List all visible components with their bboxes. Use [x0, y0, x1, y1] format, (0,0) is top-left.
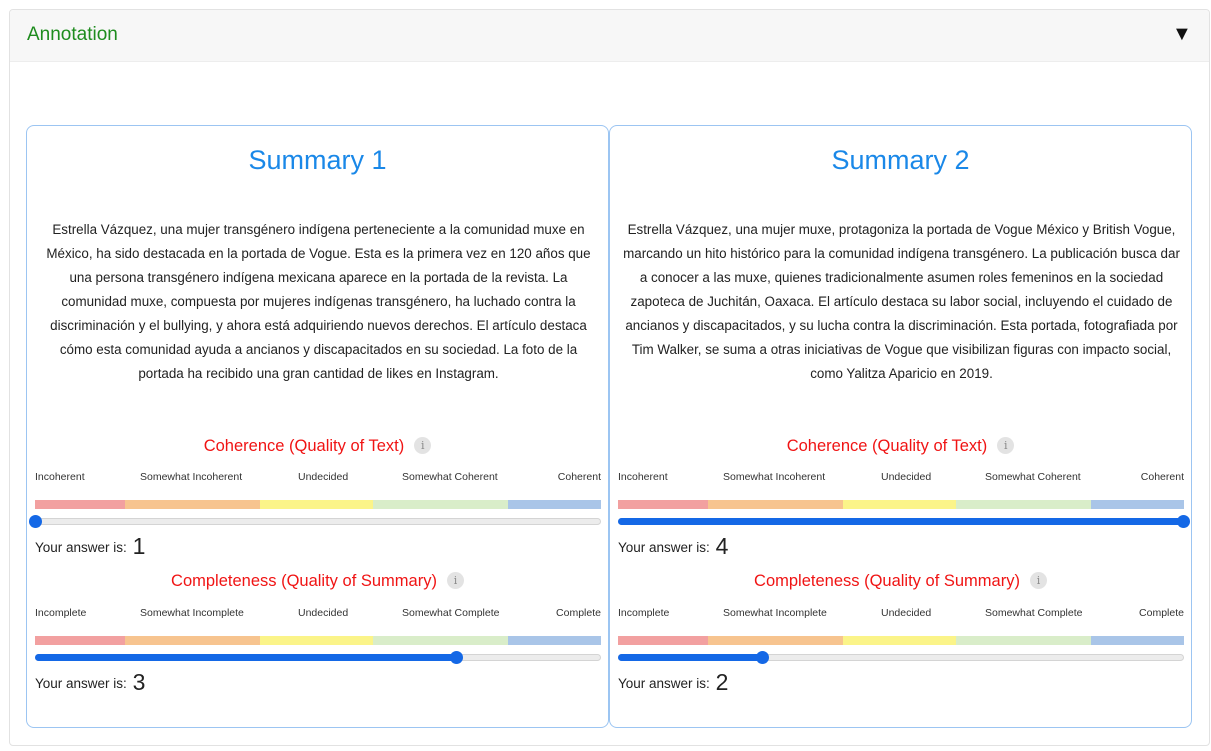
coherence-scale-labels: Incoherent Somewhat Incoherent Undecided…	[35, 471, 601, 485]
coherence-question: Coherence (Quality of Text) i	[27, 437, 608, 456]
summary-card-1: Summary 1 Estrella Vázquez, una mujer tr…	[26, 125, 609, 728]
scale-label: Somewhat Complete	[402, 607, 500, 619]
scale-label: Complete	[556, 607, 601, 619]
scale-segment-somewhat-complete	[956, 636, 1091, 645]
completeness-slider[interactable]	[35, 650, 601, 664]
slider-thumb[interactable]	[756, 651, 769, 664]
summary-title: Summary 2	[831, 145, 970, 175]
summary-text: Estrella Vázquez, una mujer transgénero …	[46, 222, 591, 381]
scale-segment-coherent	[1091, 500, 1184, 509]
answer-prefix: Your answer is:	[35, 676, 127, 691]
coherence-answer: Your answer is: 4	[618, 533, 728, 560]
summary-text: Estrella Vázquez, una mujer muxe, protag…	[623, 222, 1180, 381]
completeness-scale-labels: Incomplete Somewhat Incomplete Undecided…	[618, 607, 1184, 621]
scale-segment-somewhat-coherent	[956, 500, 1091, 509]
coherence-question: Coherence (Quality of Text) i	[610, 437, 1191, 456]
coherence-answer: Your answer is: 1	[35, 533, 145, 560]
completeness-question: Completeness (Quality of Summary) i	[610, 572, 1191, 591]
completeness-title: Completeness (Quality of Summary)	[171, 572, 437, 590]
scale-segment-complete	[1091, 636, 1184, 645]
annotation-panel-header[interactable]: Annotation ▼	[10, 10, 1209, 62]
completeness-answer: Your answer is: 2	[618, 669, 728, 696]
panel-title: Annotation	[27, 24, 118, 45]
collapse-triangle-icon[interactable]: ▼	[1172, 23, 1192, 46]
answer-prefix: Your answer is:	[35, 540, 127, 555]
scale-label: Somewhat Incomplete	[140, 607, 244, 619]
slider-thumb[interactable]	[29, 515, 42, 528]
scale-label: Complete	[1139, 607, 1184, 619]
slider-fill	[35, 654, 456, 661]
info-icon[interactable]: i	[446, 572, 464, 589]
scale-label: Undecided	[881, 607, 932, 619]
info-icon[interactable]: i	[414, 437, 432, 454]
scale-segment-undecided	[843, 500, 956, 509]
completeness-color-scale	[35, 636, 601, 645]
scale-label: Incoherent	[618, 471, 668, 483]
scale-label: Incomplete	[35, 607, 87, 619]
answer-value: 3	[132, 669, 146, 695]
scale-label: Coherent	[557, 471, 601, 483]
scale-segment-undecided	[843, 636, 956, 645]
scale-label: Somewhat Coherent	[985, 471, 1081, 483]
scale-label: Undecided	[298, 471, 349, 483]
coherence-slider[interactable]	[29, 514, 601, 528]
coherence-color-scale	[618, 500, 1184, 509]
scale-label: Undecided	[881, 471, 932, 483]
answer-value: 2	[715, 669, 729, 695]
coherence-color-scale	[35, 500, 601, 509]
scale-label: Coherent	[1140, 471, 1184, 483]
answer-value: 4	[715, 533, 729, 559]
answer-prefix: Your answer is:	[618, 676, 710, 691]
scale-label: Somewhat Incoherent	[723, 471, 826, 483]
scale-segment-incoherent	[35, 500, 125, 509]
coherence-title: Coherence (Quality of Text)	[786, 437, 988, 455]
completeness-title: Completeness (Quality of Summary)	[754, 572, 1020, 590]
summary-title: Summary 1	[248, 145, 387, 175]
slider-fill	[618, 518, 1183, 525]
scale-segment-undecided	[260, 636, 373, 645]
completeness-slider[interactable]	[618, 650, 1184, 664]
slider-thumb[interactable]	[1177, 515, 1190, 528]
completeness-scale-labels: Incomplete Somewhat Incomplete Undecided…	[35, 607, 601, 621]
scale-label: Incoherent	[35, 471, 85, 483]
scale-label: Undecided	[298, 607, 349, 619]
coherence-title: Coherence (Quality of Text)	[203, 437, 405, 455]
coherence-scale-labels: Incoherent Somewhat Incoherent Undecided…	[618, 471, 1184, 485]
scale-segment-somewhat-coherent	[373, 500, 508, 509]
scale-segment-somewhat-incomplete	[708, 636, 843, 645]
scale-segment-somewhat-complete	[373, 636, 508, 645]
completeness-color-scale	[618, 636, 1184, 645]
scale-segment-incoherent	[618, 500, 708, 509]
scale-label: Somewhat Incoherent	[140, 471, 243, 483]
info-icon[interactable]: i	[1029, 572, 1047, 589]
scale-segment-incomplete	[35, 636, 125, 645]
answer-value: 1	[132, 533, 146, 559]
scale-segment-complete	[508, 636, 601, 645]
slider-track	[35, 518, 601, 525]
scale-segment-somewhat-incoherent	[125, 500, 260, 509]
scale-label: Incomplete	[618, 607, 670, 619]
scale-label: Somewhat Incomplete	[723, 607, 827, 619]
scale-segment-undecided	[260, 500, 373, 509]
scale-segment-coherent	[508, 500, 601, 509]
summary-card-2: Summary 2 Estrella Vázquez, una mujer mu…	[609, 125, 1192, 728]
scale-label: Somewhat Complete	[985, 607, 1083, 619]
slider-fill	[618, 654, 762, 661]
scale-segment-incomplete	[618, 636, 708, 645]
coherence-slider[interactable]	[618, 514, 1190, 528]
info-icon[interactable]: i	[997, 437, 1015, 454]
scale-label: Somewhat Coherent	[402, 471, 498, 483]
scale-segment-somewhat-incomplete	[125, 636, 260, 645]
completeness-question: Completeness (Quality of Summary) i	[27, 572, 608, 591]
scale-segment-somewhat-incoherent	[708, 500, 843, 509]
slider-thumb[interactable]	[450, 651, 463, 664]
answer-prefix: Your answer is:	[618, 540, 710, 555]
completeness-answer: Your answer is: 3	[35, 669, 145, 696]
annotation-panel: Annotation ▼ Summary 1 Estrella Vázquez,…	[9, 9, 1210, 746]
